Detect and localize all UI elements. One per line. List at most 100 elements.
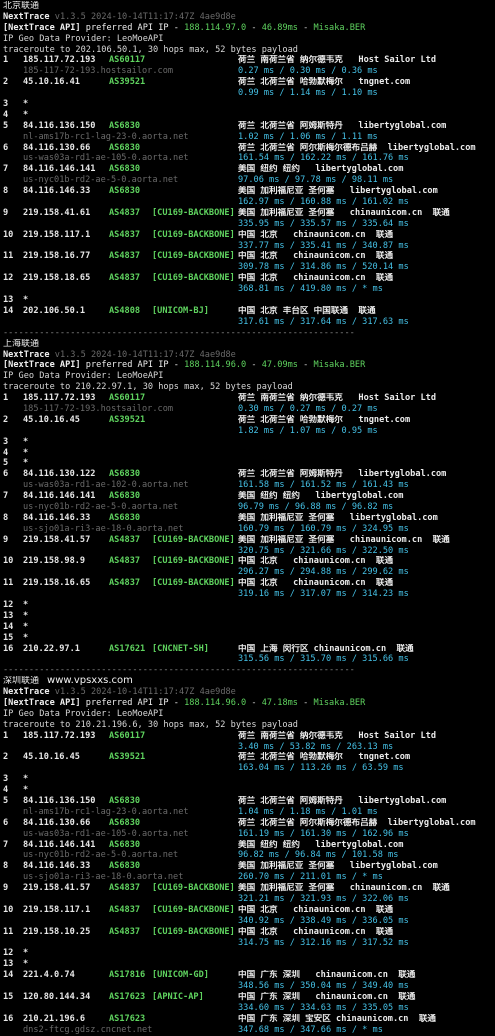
hop-rtt: 321.21 ms / 321.93 ms / 322.06 ms (238, 894, 409, 905)
hop-row: 13 * (3, 959, 495, 970)
hop-detail-row: us-was03a-rd1-ae-102-0.aorta.net 161.58 m… (3, 480, 495, 491)
hop-ip: 185.117.72.193 (23, 730, 96, 741)
hop-ip: * (23, 447, 29, 458)
hop-row: 15 120.80.144.34 AS17623 [APNIC-AP] 中国 广东 深圳… (3, 992, 495, 1003)
geo-provider-line: IP Geo Data Provider: LeoMoeAPI (3, 709, 495, 720)
hop-detail-row: 163.04 ms / 113.26 ms / 63.59 ms (3, 763, 495, 774)
hop-ip: 84.116.136.150 (23, 796, 96, 807)
hop-geo: 中国 北京 chinaunicom.cn 联通 (238, 273, 394, 284)
hop-rtt: 317.61 ms / 317.64 ms / 317.63 ms (238, 316, 409, 327)
hop-rtt: 314.75 ms / 312.16 ms / 317.52 ms (238, 937, 409, 948)
hop-asn: AS4837 (109, 207, 141, 218)
hop-number: 10 (3, 904, 14, 915)
hop-detail-row: us-sjo01a-ri3-ae-18-0.aorta.net 160.79 ms… (3, 524, 495, 535)
hop-rdns: us-nyc01b-rd2-ae-5-0.aorta.net (23, 501, 179, 512)
geo-provider-line: IP Geo Data Provider: LeoMoeAPI (3, 371, 495, 382)
traceroute-line: traceroute to 210.21.196.6, 30 hops max,… (3, 720, 495, 731)
traceroute-line: traceroute to 202.106.50.1, 30 hops max,… (3, 45, 495, 56)
hop-number: 5 (3, 796, 9, 807)
hop-ip: * (23, 621, 29, 632)
tool-name: NextTrace (3, 11, 50, 22)
hop-asn: AS17816 (109, 970, 146, 981)
hop-ip: * (23, 948, 29, 959)
api-ip: 188.114.96.0 (184, 360, 247, 371)
hop-detail-row: 314.75 ms / 312.16 ms / 317.52 ms (3, 938, 495, 949)
hop-number: 16 (3, 643, 14, 654)
hop-row: 13 * (3, 611, 495, 622)
hop-row: 7 84.116.146.141 AS6830 美国 纽约 纽约 libertyglo… (3, 164, 495, 175)
tool-name: NextTrace (3, 349, 50, 360)
hop-detail-row: 320.75 ms / 321.66 ms / 322.50 ms (3, 546, 495, 557)
hop-row: 11 219.158.16.77 AS4837 [CU169-BACKBONE] 中国 … (3, 251, 495, 262)
watermark-text: www.vpsxxs.com (47, 676, 133, 687)
hop-geo: 荷兰 北荷兰省 阿姆斯特丹 libertyglobal.com (238, 120, 447, 131)
hop-ip: * (23, 774, 29, 785)
hop-ip: 120.80.144.34 (23, 992, 91, 1003)
traceroute-line: traceroute to 210.22.97.1, 30 hops max, … (3, 382, 495, 393)
tool-name: NextTrace (3, 687, 50, 698)
hop-row: 6 84.116.130.122 AS6830 荷兰 北荷兰省 阿姆斯特丹 liber… (3, 469, 495, 480)
hop-detail-row: 162.97 ms / 160.88 ms / 161.02 ms (3, 197, 495, 208)
hop-rtt: 334.60 ms / 334.63 ms / 335.05 ms (238, 1002, 409, 1013)
hop-number: 13 (3, 295, 14, 306)
hop-row: 12 219.158.18.65 AS4837 [CU169-BACKBONE] 中国 … (3, 273, 495, 284)
hop-number: 10 (3, 556, 14, 567)
hop-rdns: nl-ams17b-rc1-lag-23-0.aorta.net (23, 806, 189, 817)
hop-geo: 美国 加利福尼亚 圣何塞 libertyglobal.com (238, 186, 438, 197)
hop-ip: 219.158.10.25 (23, 926, 91, 937)
hop-number: 12 (3, 599, 14, 610)
hop-row: 7 84.116.146.141 AS6830 美国 纽约 纽约 libertyglo… (3, 491, 495, 502)
hop-ip: 84.116.130.122 (23, 469, 96, 480)
hop-geo: 中国 北京 丰台区 中国联通 联通 (238, 305, 376, 316)
hop-geo: 荷兰 北荷兰省 阿尔斯梅尔德布吕赫 libertyglobal.com (238, 142, 476, 153)
hop-number: 11 (3, 578, 14, 589)
hop-asn: AS6830 (109, 512, 141, 523)
hop-detail-row: us-was03a-rd1-ae-105-0.aorta.net 161.54 m… (3, 153, 495, 164)
hop-rdns: nl-ams17b-rc1-lag-23-0.aorta.net (23, 131, 189, 142)
hop-row: 9 219.158.41.57 AS4837 [CU169-BACKBONE] 美国 加… (3, 535, 495, 546)
hop-number: 5 (3, 458, 9, 469)
hop-ip: * (23, 99, 29, 110)
hop-asn: AS39521 (109, 752, 146, 763)
api-node: Misaka.BER (313, 698, 366, 708)
hop-geo: 荷兰 南荷兰省 纳尔德韦克 Host Sailor Ltd (238, 730, 437, 741)
hop-ip: * (23, 109, 29, 120)
hop-ip: 219.158.41.61 (23, 207, 91, 218)
hop-number: 4 (3, 785, 9, 796)
hop-ip: * (23, 610, 29, 621)
hop-ip: * (23, 599, 29, 610)
hop-asn: AS60117 (109, 55, 146, 66)
hop-number: 3 (3, 436, 9, 447)
api-node: Misaka.BER (313, 360, 366, 371)
hop-number: 14 (3, 305, 14, 316)
hop-detail-row: 296.27 ms / 294.88 ms / 299.62 ms (3, 567, 495, 578)
traceroute-command: traceroute to 210.21.196.6, 30 hops max,… (3, 719, 298, 730)
hop-rtt: 1.02 ms / 1.06 ms / 1.11 ms (238, 131, 378, 142)
hop-detail-row: 3.40 ms / 53.82 ms / 263.13 ms (3, 742, 495, 753)
hop-asn: AS39521 (109, 77, 146, 88)
hop-asn: AS6830 (109, 817, 141, 828)
hop-ip: 219.158.117.1 (23, 904, 91, 915)
hop-number: 9 (3, 534, 9, 545)
hop-detail-row: 185-117-72-193.hostsailor.com 0.27 ms / 0… (3, 66, 495, 77)
hop-detail-row: 335.95 ms / 335.57 ms / 335.64 ms (3, 219, 495, 230)
hop-number: 9 (3, 207, 9, 218)
hop-row: 12 * (3, 948, 495, 959)
hop-ip: 84.116.146.141 (23, 164, 96, 175)
hop-geo: 荷兰 北荷兰省 哈勃默梅尔 tngnet.com (238, 752, 411, 763)
hop-row: 9 219.158.41.57 AS4837 [CU169-BACKBONE] 美国 加… (3, 883, 495, 894)
hop-geo: 中国 北京 chinaunicom.cn 联通 (238, 556, 394, 567)
section-header: 北京联通 (3, 1, 495, 12)
hop-number: 14 (3, 621, 14, 632)
hop-ip: 84.116.136.150 (23, 120, 96, 131)
hop-row: 8 84.116.146.33 AS6830 美国 加利福尼亚 圣何塞 liberty… (3, 513, 495, 524)
hop-asn: AS6830 (109, 491, 141, 502)
hop-ip: 202.106.50.1 (23, 305, 86, 316)
hop-number: 12 (3, 273, 14, 284)
hop-row: 1 185.117.72.193 AS60117 荷兰 南荷兰省 纳尔德韦克 Host… (3, 55, 495, 66)
hop-ip: 84.116.146.33 (23, 512, 91, 523)
hop-asn: AS6830 (109, 839, 141, 850)
hop-asn: AS6830 (109, 796, 141, 807)
hop-geo: 中国 北京 chinaunicom.cn 联通 (238, 926, 394, 937)
hop-number: 3 (3, 99, 9, 110)
